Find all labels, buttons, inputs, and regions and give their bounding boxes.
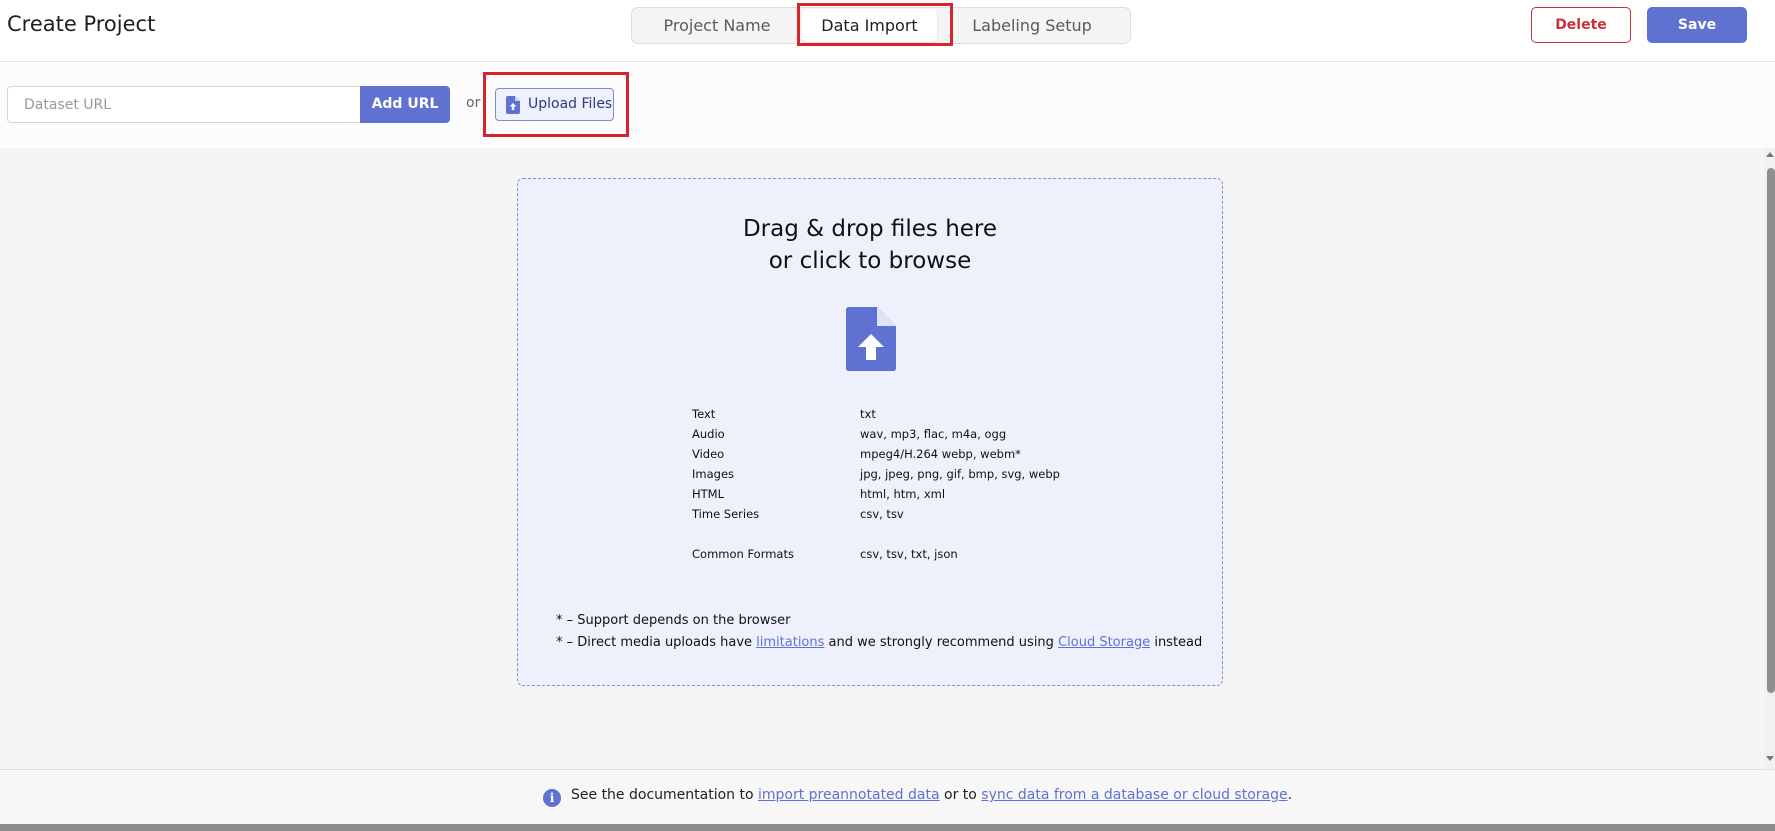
tab-data-import[interactable]: Data Import xyxy=(802,9,937,42)
dataset-url-input[interactable] xyxy=(7,86,361,123)
sync-data-link[interactable]: sync data from a database or cloud stora… xyxy=(981,787,1287,803)
url-import-row: Add URL or Upload Files xyxy=(0,62,1775,148)
format-row: Audio wav, mp3, flac, m4a, ogg xyxy=(692,427,1112,445)
format-extensions: mpeg4/H.264 webp, webm* xyxy=(860,447,1021,461)
scroll-down-arrow-icon[interactable] xyxy=(1766,756,1774,761)
note-text: and we strongly recommend using xyxy=(824,635,1059,650)
format-row: Images jpg, jpeg, png, gif, bmp, svg, we… xyxy=(692,467,1112,485)
import-preannotated-link[interactable]: import preannotated data xyxy=(758,787,940,803)
format-extensions: html, htm, xml xyxy=(860,487,946,501)
format-extensions: csv, tsv, txt, json xyxy=(860,547,958,561)
upload-files-button[interactable]: Upload Files xyxy=(495,88,614,121)
format-extensions: jpg, jpeg, png, gif, bmp, svg, webp xyxy=(860,467,1060,481)
scroll-up-arrow-icon[interactable] xyxy=(1766,152,1774,157)
or-label: or xyxy=(466,95,481,111)
footer-text: or to xyxy=(939,787,982,803)
format-extensions: wav, mp3, flac, m4a, ogg xyxy=(860,427,1007,441)
format-extensions: csv, tsv xyxy=(860,507,904,521)
add-url-button[interactable]: Add URL xyxy=(360,86,450,123)
step-tabs: Project Name Data Import Labeling Setup xyxy=(631,7,1131,44)
note-text: * – Direct media uploads have xyxy=(556,635,757,650)
format-type: HTML xyxy=(692,487,725,501)
tab-project-name[interactable]: Project Name xyxy=(642,8,792,43)
window-bottom-bar xyxy=(0,824,1775,831)
format-type: Common Formats xyxy=(692,547,794,561)
format-row: HTML html, htm, xml xyxy=(692,487,1112,505)
footer-text: See the documentation to xyxy=(571,787,758,803)
format-row: Text txt xyxy=(692,407,1112,425)
note-media-uploads: * – Direct media uploads have limitation… xyxy=(556,632,1202,654)
upload-files-label: Upload Files xyxy=(528,96,613,112)
footer-text: . xyxy=(1287,787,1293,803)
header: Create Project Project Name Data Import … xyxy=(0,0,1775,62)
format-row: Video mpeg4/H.264 webp, webm* xyxy=(692,447,1112,465)
dropzone-title-line2: or click to browse xyxy=(768,248,972,274)
file-dropzone[interactable]: Drag & drop files here or click to brows… xyxy=(517,178,1223,686)
format-type: Text xyxy=(692,407,716,421)
documentation-hint: i See the documentation to import preanno… xyxy=(543,787,1292,807)
file-upload-icon xyxy=(846,307,896,371)
upload-notes: * – Support depends on the browser * – D… xyxy=(556,610,1202,654)
format-type: Video xyxy=(692,447,725,461)
save-button[interactable]: Save xyxy=(1647,7,1747,43)
dropzone-title-line1: Drag & drop files here xyxy=(742,216,998,242)
format-row: Time Series csv, tsv xyxy=(692,507,1112,525)
footer: i See the documentation to import preanno… xyxy=(0,769,1775,824)
delete-button[interactable]: Delete xyxy=(1531,7,1631,43)
format-type: Time Series xyxy=(692,507,760,521)
format-type: Audio xyxy=(692,427,725,441)
note-browser-support: * – Support depends on the browser xyxy=(556,613,791,628)
page-title: Create Project xyxy=(7,12,156,36)
dropzone-title: Drag & drop files here or click to brows… xyxy=(518,213,1222,277)
format-type: Images xyxy=(692,467,735,481)
format-row: Common Formats csv, tsv, txt, json xyxy=(692,547,1112,565)
info-icon: i xyxy=(543,789,561,807)
file-upload-icon xyxy=(506,96,520,114)
cloud-storage-link[interactable]: Cloud Storage xyxy=(1058,635,1150,650)
note-text: instead xyxy=(1150,635,1203,650)
scrollbar-thumb[interactable] xyxy=(1767,168,1775,693)
format-extensions: txt xyxy=(860,407,876,421)
limitations-link[interactable]: limitations xyxy=(756,635,824,650)
tab-labeling-setup[interactable]: Labeling Setup xyxy=(947,8,1117,43)
